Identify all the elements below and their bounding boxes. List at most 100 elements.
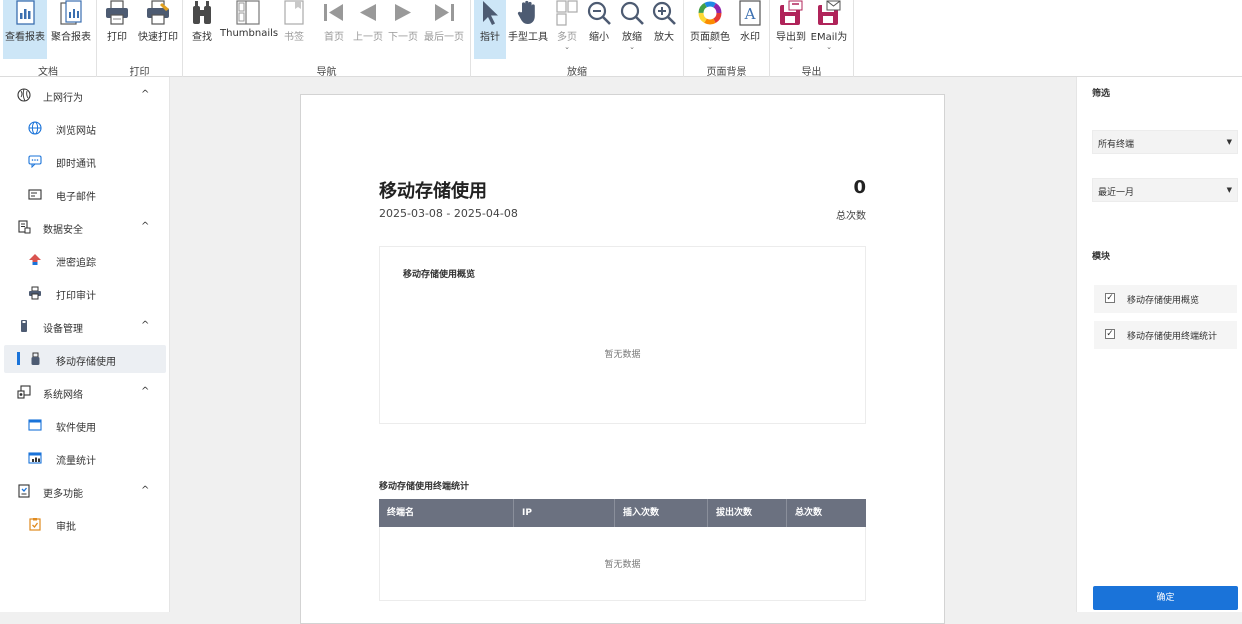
export-to-label: 导出到 [776,32,806,43]
terminal-stats-title: 移动存储使用终端统计 [379,482,470,492]
report-date-range: 2025-03-08 - 2025-04-08 [379,207,518,220]
sidebar-item-leak-tracking[interactable]: 泄密追踪 [4,246,166,274]
sidebar-group-label: 系统网络 [43,390,83,401]
sidebar-item-traffic-stats[interactable]: 流量统计 [4,444,166,472]
usb-device-icon [21,320,27,332]
next-page-label: 下一页 [388,32,418,43]
view-report-button[interactable]: 查看报表 [3,0,47,59]
aggregate-report-label: 聚合报表 [51,32,91,43]
aggregate-report-icon [60,0,82,25]
first-page-label: 首页 [324,32,344,43]
sidebar-item-software-usage[interactable]: 软件使用 [4,411,166,439]
sidebar-group-data-security[interactable]: 数据安全 ^ [0,213,169,241]
usb-drive-icon [31,352,40,365]
zoom-button[interactable]: 放缩 ⌄ [618,0,646,59]
hand-tool-button[interactable]: 手型工具 [507,0,549,59]
report-page: 移动存储使用 2025-03-08 - 2025-04-08 0 总次数 移动存… [300,94,945,624]
find-label: 查找 [192,32,212,43]
column-header-terminal-name: 终端名 [379,499,514,527]
sidebar-group-system-network[interactable]: 系统网络 ^ [0,378,169,406]
confirm-button[interactable]: 确定 [1093,586,1238,610]
module-checkbox-terminal-stats[interactable]: ✓ 移动存储使用终端统计 [1094,321,1237,349]
module-label: 移动存储使用概览 [1127,296,1200,306]
quick-print-button[interactable]: 快速打印 [135,0,181,59]
email-as-label: EMail为 [810,32,848,43]
page-color-dropdown-icon: ⌄ [707,43,713,51]
pointer-button[interactable]: 指针 [474,0,506,59]
zoom-dropdown-icon: ⌄ [629,43,635,51]
window-icon [28,419,42,431]
clipboard-check-icon [29,518,41,531]
sidebar-item-label: 即时通讯 [56,159,96,170]
next-page-button[interactable]: 下一页 [386,0,420,59]
overview-section: 移动存储使用概览 暂无数据 [379,246,866,424]
sidebar-item-label: 电子邮件 [56,192,96,203]
sidebar-item-instant-messaging[interactable]: 即时通讯 [4,147,166,175]
sidebar-group-device-management[interactable]: 设备管理 ^ [0,312,169,340]
pointer-icon [483,1,498,25]
export-pdf-icon [780,0,803,25]
group-label-document: 文档 [38,67,58,78]
sidebar-item-removable-storage[interactable]: 移动存储使用 [4,345,166,373]
prev-page-button[interactable]: 上一页 [351,0,385,59]
first-page-button[interactable]: 首页 [318,0,350,59]
sidebar-group-internet-behavior[interactable]: 上网行为 ^ [0,81,169,109]
watermark-button[interactable]: A 水印 [736,0,764,59]
overview-title: 移动存储使用概览 [403,270,476,280]
column-header-ip: IP [514,499,615,527]
period-select[interactable]: 最近一月 ▼ [1092,178,1238,202]
bookmark-icon [284,0,304,25]
export-to-button[interactable]: 导出到 ⌄ [774,0,808,59]
sidebar-group-more-features[interactable]: 更多功能 ^ [0,477,169,505]
sidebar-item-approval[interactable]: 审批 [4,510,166,538]
ribbon-group-document: 查看报表 聚合报表 文档 [0,0,97,78]
filter-panel: 筛选 所有终端 ▼ 最近一月 ▼ 模块 ✓ 移动存储使用概览 ✓ 移动存储使用终… [1076,77,1242,612]
modules-heading: 模块 [1092,252,1111,262]
leak-tracking-icon [29,254,41,265]
find-button[interactable]: 查找 [188,0,216,59]
sidebar-item-label: 泄密追踪 [56,258,96,269]
thumbnails-button[interactable]: Thumbnails [220,0,278,59]
chevron-up-icon[interactable]: ^ [141,221,149,232]
sidebar-nav: 上网行为 ^ 浏览网站 即时通讯 电子邮件 数据安全 ^ 泄密追踪 打印审计 设… [0,77,170,612]
document-lock-icon [18,220,31,234]
checkbox-checked-icon[interactable]: ✓ [1105,293,1115,303]
sidebar-group-label: 设备管理 [43,324,83,335]
checkbox-checked-icon[interactable]: ✓ [1105,329,1115,339]
print-button[interactable]: 打印 [102,0,132,59]
thumbnails-icon [236,0,260,25]
prev-page-label: 上一页 [353,32,383,43]
prev-page-icon [360,4,376,21]
module-checkbox-overview[interactable]: ✓ 移动存储使用概览 [1094,285,1237,313]
aggregate-report-button[interactable]: 聚合报表 [49,0,93,59]
chevron-up-icon[interactable]: ^ [141,89,149,100]
group-label-page-background: 页面背景 [706,67,747,78]
sidebar-item-email[interactable]: 电子邮件 [4,180,166,208]
group-label-zoom: 放缩 [567,67,587,78]
dropdown-arrow-icon: ▼ [1226,186,1232,194]
mail-icon [28,189,42,200]
ribbon-group-print: 打印 快速打印 打印 [97,0,183,78]
chevron-up-icon[interactable]: ^ [141,485,149,496]
bookmarks-button[interactable]: 书签 [280,0,308,59]
terminal-stats-table-body: 暂无数据 [379,527,866,601]
export-to-dropdown-icon: ⌄ [788,43,794,51]
multi-page-button[interactable]: 多页 ⌄ [553,0,581,59]
zoom-in-button[interactable]: 放大 [650,0,678,59]
web-icon [28,121,42,135]
zoom-out-button[interactable]: 缩小 [585,0,613,59]
terminal-select[interactable]: 所有终端 ▼ [1092,130,1238,154]
terminal-stats-table-header: 终端名 IP 插入次数 拔出次数 总次数 [379,499,866,527]
page-color-button[interactable]: 页面颜色 ⌄ [688,0,732,59]
last-page-label: 最后一页 [424,32,464,43]
sidebar-item-browse-websites[interactable]: 浏览网站 [4,114,166,142]
chevron-up-icon[interactable]: ^ [141,320,149,331]
sidebar-item-print-audit[interactable]: 打印审计 [4,279,166,307]
email-as-button[interactable]: EMail为 ⌄ [810,0,848,59]
terminal-select-value: 所有终端 [1098,140,1135,150]
globe-icon [17,88,31,102]
last-page-button[interactable]: 最后一页 [422,0,466,59]
svg-text:A: A [744,5,756,23]
sidebar-item-label: 软件使用 [56,423,96,434]
chevron-up-icon[interactable]: ^ [141,386,149,397]
